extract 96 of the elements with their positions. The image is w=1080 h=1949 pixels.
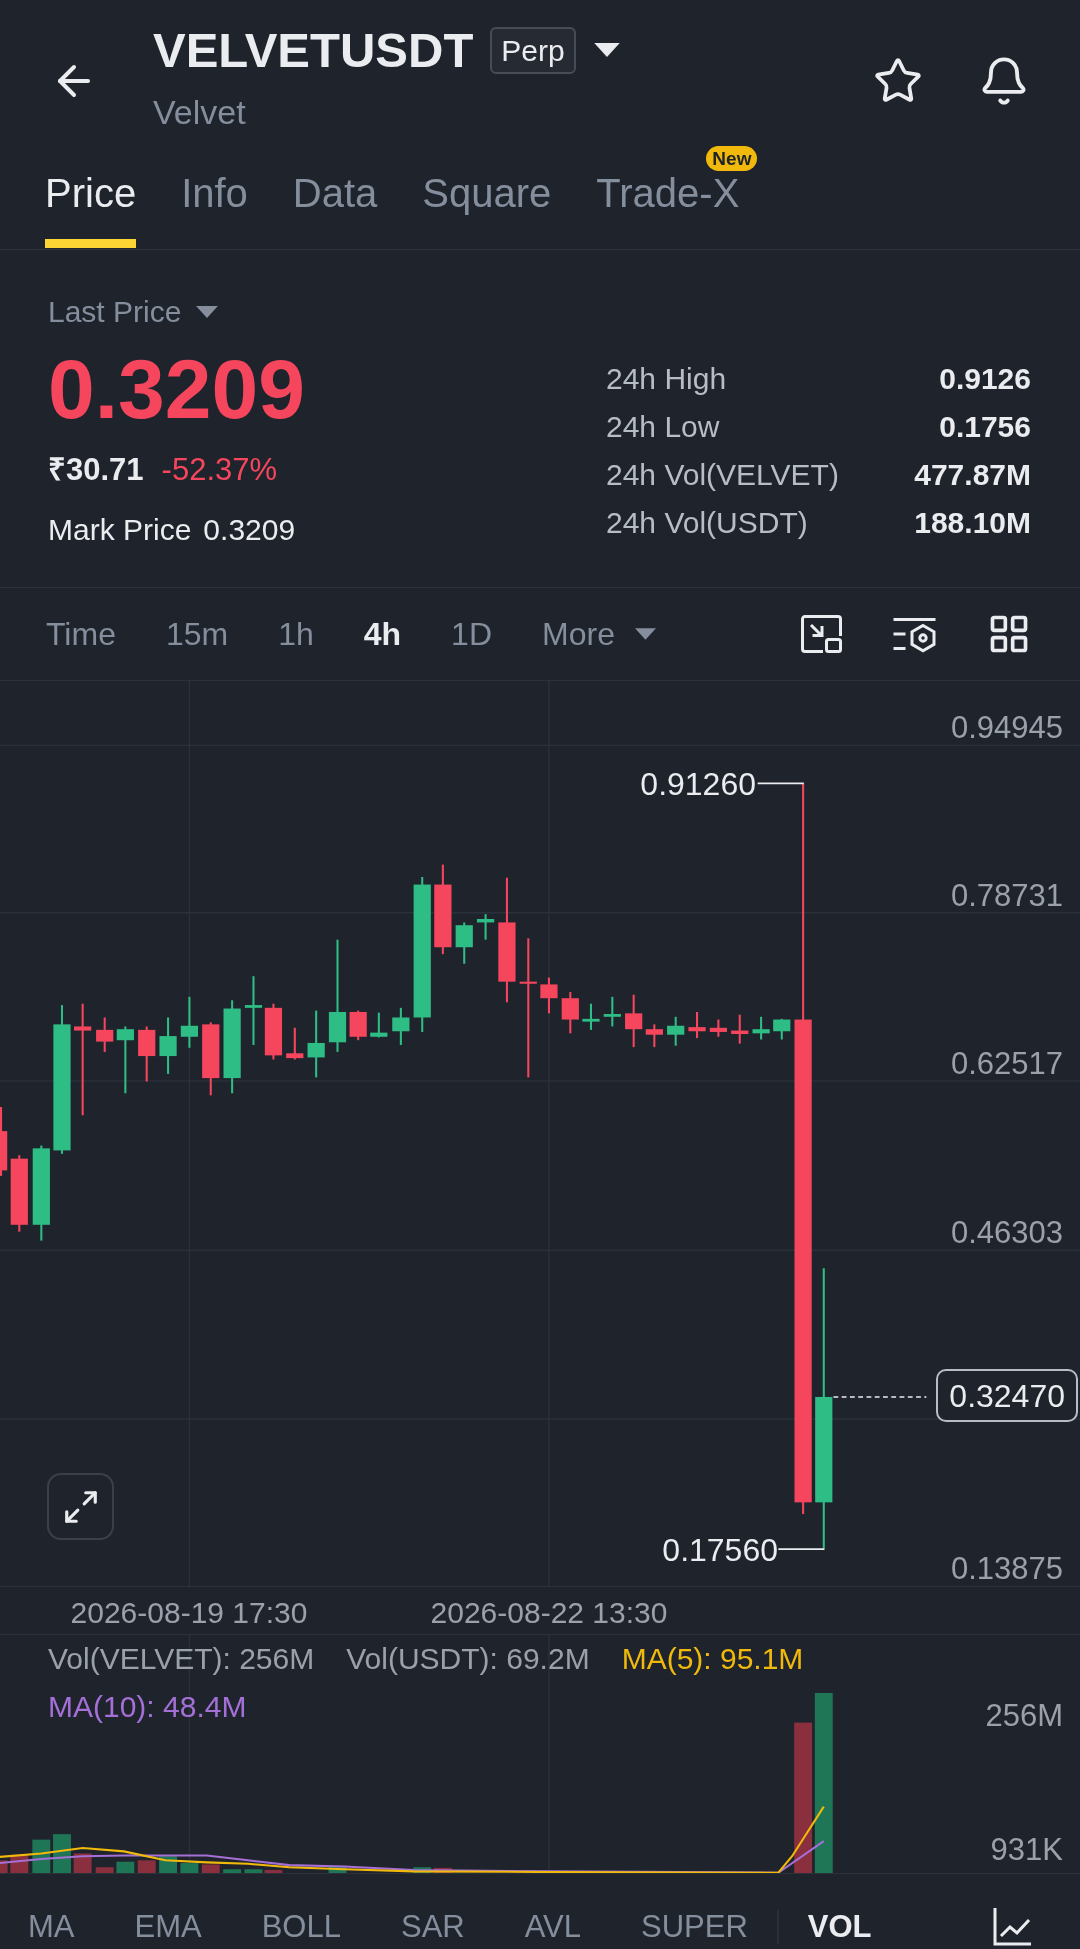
time-axis-label: 2026-08-22 13:30 xyxy=(430,1595,668,1631)
indicator-tab[interactable]: SUPER xyxy=(641,1907,748,1946)
volume-bar xyxy=(223,1869,242,1873)
caret-icon[interactable] xyxy=(593,43,620,57)
volume-bar xyxy=(53,1834,71,1873)
candle xyxy=(688,1011,706,1039)
price-axis-label: 0.62517 xyxy=(950,1046,1063,1082)
interval-tab[interactable]: Time xyxy=(46,614,116,654)
indicator-tab[interactable]: SAR xyxy=(400,1907,465,1946)
volume-legend: MA(5): 95.1M xyxy=(621,1641,804,1677)
candle xyxy=(540,977,558,1014)
chart-icon[interactable] xyxy=(992,1906,1033,1947)
candle xyxy=(96,1017,114,1052)
caret-icon xyxy=(634,628,656,640)
stat-value: 0.9126 xyxy=(939,360,1031,397)
new-badge: New xyxy=(706,146,758,171)
expand-button[interactable] xyxy=(47,1473,114,1540)
high-price-label: 0.91260 xyxy=(640,766,756,802)
price-axis-label: 0.13875 xyxy=(950,1551,1063,1587)
caret-icon xyxy=(196,306,219,318)
candle xyxy=(180,996,198,1048)
stat-value: 0.1756 xyxy=(939,408,1031,445)
contract-badge: Perp xyxy=(490,26,576,74)
stat-label: 24h High xyxy=(606,360,727,397)
low-price-label: 0.17560 xyxy=(662,1532,778,1568)
candle xyxy=(645,1024,663,1048)
candle xyxy=(477,914,495,940)
indicator-tab[interactable]: AVL xyxy=(524,1907,581,1946)
indicator-tab[interactable]: BOLL xyxy=(261,1907,341,1946)
candle xyxy=(307,1010,325,1078)
candle xyxy=(625,994,643,1048)
leader-line xyxy=(756,782,805,785)
candle xyxy=(286,1027,304,1060)
interval-tab[interactable]: 1D xyxy=(451,614,492,654)
indicator-tab[interactable]: VOL xyxy=(807,1907,872,1946)
stat-value: 477.87M xyxy=(914,456,1031,493)
candle xyxy=(0,1107,8,1176)
current-price-tag: 0.32470 xyxy=(936,1369,1078,1422)
list-hexagon-icon[interactable] xyxy=(892,615,937,653)
candle xyxy=(244,976,263,1046)
candle xyxy=(116,1026,134,1094)
candle xyxy=(667,1016,685,1046)
tab[interactable]: Price xyxy=(45,140,137,249)
candle xyxy=(773,1018,791,1040)
indicator-tab[interactable]: EMA xyxy=(134,1907,202,1946)
candle xyxy=(709,1019,727,1037)
symbol-title: VELVETUSDT xyxy=(153,22,474,79)
interval-tab[interactable]: 4h xyxy=(363,614,402,654)
price-axis-label: 0.46303 xyxy=(950,1215,1063,1251)
volume-bar xyxy=(0,1860,8,1873)
price-axis-label: 0.78731 xyxy=(950,878,1063,914)
volume-legend: Vol(VELVET): 256M xyxy=(48,1641,315,1677)
candle xyxy=(392,1007,410,1046)
volume-axis-label: 256M xyxy=(985,1698,1063,1734)
candle xyxy=(138,1026,156,1082)
candle xyxy=(455,922,473,964)
candle xyxy=(370,1012,388,1038)
volume-bar xyxy=(201,1864,220,1873)
price-change: -52.37% xyxy=(161,450,278,489)
tab[interactable]: Info xyxy=(181,140,248,249)
tab[interactable]: Square xyxy=(422,140,552,249)
volume-legend: Vol(USDT): 69.2M xyxy=(346,1641,590,1677)
price-axis-label: 0.94945 xyxy=(950,710,1063,746)
volume-bar xyxy=(95,1867,114,1873)
candle xyxy=(603,996,621,1027)
stat-value: 188.10M xyxy=(914,504,1031,541)
price-type-dropdown[interactable]: Last Price xyxy=(48,294,219,330)
mark-price: 0.3209 xyxy=(203,511,296,548)
volume-bar xyxy=(137,1860,156,1873)
candle xyxy=(159,1017,177,1074)
leader-line xyxy=(777,1548,826,1551)
stat-label: 24h Vol(USDT) xyxy=(606,504,808,541)
interval-tab[interactable]: 15m xyxy=(165,614,229,654)
candle xyxy=(561,992,579,1034)
more-dropdown[interactable]: More xyxy=(542,614,656,654)
symbol-subtitle: Velvet xyxy=(153,92,246,132)
tab[interactable]: Data xyxy=(292,140,378,249)
candle xyxy=(582,1003,600,1030)
stat-label: 24h Vol(VELVET) xyxy=(606,456,839,493)
indicator-tab[interactable]: MA xyxy=(28,1907,75,1946)
volume-axis-label: 931K xyxy=(990,1832,1063,1868)
time-axis-label: 2026-08-19 17:30 xyxy=(70,1595,308,1631)
stat-label: 24h Low xyxy=(606,408,720,445)
volume-legend: MA(10): 48.4M xyxy=(48,1689,247,1725)
candle xyxy=(264,1003,283,1060)
candle xyxy=(731,1014,749,1044)
window-arrow-icon[interactable] xyxy=(801,615,842,653)
volume-bar xyxy=(328,1865,347,1873)
interval-tab[interactable]: 1h xyxy=(278,614,314,654)
last-price: 0.3209 xyxy=(48,344,305,434)
candle xyxy=(349,1010,367,1041)
mark-price-label: Mark Price xyxy=(48,511,192,548)
volume-bar xyxy=(116,1861,135,1873)
volume-bar xyxy=(180,1863,199,1873)
fiat-price: ₹30.71 xyxy=(48,450,144,489)
candle xyxy=(752,1016,770,1040)
